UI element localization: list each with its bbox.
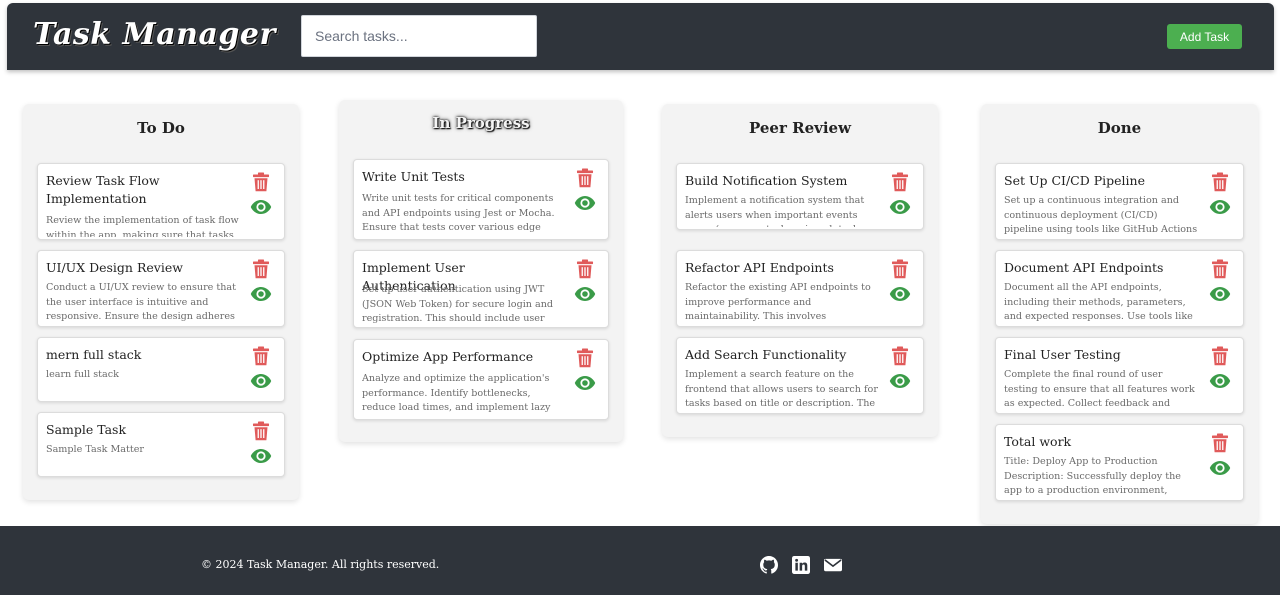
task-description: Sample Task Matter <box>46 444 145 455</box>
eye-icon[interactable] <box>1209 372 1231 390</box>
eye-icon[interactable] <box>1209 285 1231 303</box>
task-description: Refactor the existing API endpoints to i… <box>685 282 871 322</box>
copyright-text: © 2024 Task Manager. All rights reserved… <box>201 558 440 571</box>
trash-icon[interactable] <box>1211 259 1229 279</box>
task-card[interactable]: Sample Task Sample Task Matter <box>37 412 285 477</box>
task-description: Set up a continuous integration and cont… <box>1004 195 1198 235</box>
task-card[interactable]: Set Up CI/CD Pipeline Set up a continuous… <box>995 163 1244 240</box>
task-card[interactable]: Optimize App Performance Analyze and opti… <box>353 339 609 420</box>
column-done: Done Set Up CI/CD Pipeline Set up a contin… <box>981 104 1258 524</box>
column-title: In Progress <box>432 114 530 132</box>
column-title: Peer Review <box>749 119 851 137</box>
eye-icon[interactable] <box>1209 459 1231 477</box>
eye-icon[interactable] <box>889 285 911 303</box>
task-card[interactable]: Final User Testing Complete the final rou… <box>995 337 1244 414</box>
trash-icon[interactable] <box>576 348 594 368</box>
task-title: Review Task Flow Implementation <box>46 173 160 206</box>
task-title: Total work <box>1004 434 1072 449</box>
task-card[interactable]: Document API Endpoints Document all the A… <box>995 250 1244 327</box>
eye-icon[interactable] <box>574 285 596 303</box>
trash-icon[interactable] <box>891 346 909 366</box>
task-description: Implement a search feature on the fronte… <box>685 369 878 409</box>
task-card[interactable]: Add Search Functionality Implement a sear… <box>676 337 924 414</box>
task-title: mern full stack <box>46 347 142 362</box>
trash-icon[interactable] <box>252 346 270 366</box>
eye-icon[interactable] <box>1209 198 1231 216</box>
task-card[interactable]: Write Unit Tests Write unit tests for cri… <box>353 159 609 240</box>
task-description: Analyze and optimize the application's p… <box>362 373 551 417</box>
column-in-progress: In Progress Write Unit Tests Write unit te… <box>339 100 623 442</box>
trash-icon[interactable] <box>1211 172 1229 192</box>
task-card[interactable]: Review Task Flow Implementation Review th… <box>37 163 285 240</box>
column-to-do: To Do Review Task Flow Implementation Revi… <box>23 104 299 500</box>
task-title: Final User Testing <box>1004 347 1121 362</box>
task-title: Sample Task <box>46 422 127 437</box>
task-title: Refactor API Endpoints <box>685 260 834 275</box>
footer: © 2024 Task Manager. All rights reserved… <box>0 526 1280 595</box>
task-description: Implement a notification system that ale… <box>685 195 865 227</box>
task-title: Add Search Functionality <box>685 347 847 362</box>
trash-icon[interactable] <box>891 172 909 192</box>
task-description: Set up user authentication using JWT (JS… <box>362 284 554 324</box>
trash-icon[interactable] <box>252 172 270 192</box>
trash-icon[interactable] <box>576 168 594 188</box>
trash-icon[interactable] <box>252 259 270 279</box>
eye-icon[interactable] <box>574 374 596 392</box>
eye-icon[interactable] <box>250 198 272 216</box>
task-description: Review the implementation of task flow w… <box>46 215 239 237</box>
eye-icon[interactable] <box>889 372 911 390</box>
task-description: learn full stack <box>46 369 119 380</box>
task-description: Conduct a UI/UX review to ensure that th… <box>46 282 236 322</box>
task-title: Document API Endpoints <box>1004 260 1164 275</box>
eye-icon[interactable] <box>574 194 596 212</box>
task-description: Title: Deploy App to Production Descript… <box>1004 456 1181 496</box>
task-description: Write unit tests for critical components… <box>362 193 555 237</box>
header-bar: Task Manager Add Task <box>7 3 1274 70</box>
task-title: Optimize App Performance <box>362 349 534 364</box>
column-peer-review: Peer Review Build Notification System Impl… <box>662 104 938 437</box>
github-icon[interactable] <box>760 556 778 574</box>
trash-icon[interactable] <box>252 421 270 441</box>
mail-icon[interactable] <box>824 556 842 574</box>
linkedin-icon[interactable] <box>792 556 810 574</box>
app-logo-title: Task Manager <box>33 17 276 52</box>
eye-icon[interactable] <box>250 372 272 390</box>
column-title: Done <box>1097 119 1142 137</box>
task-card[interactable]: Refactor API Endpoints Refactor the exist… <box>676 250 924 327</box>
search-input[interactable] <box>301 15 537 57</box>
task-description: Document all the API endpoints, includin… <box>1004 282 1193 322</box>
column-title: To Do <box>137 119 185 137</box>
trash-icon[interactable] <box>576 259 594 279</box>
trash-icon[interactable] <box>1211 433 1229 453</box>
task-card[interactable]: Total work Title: Deploy App to Productio… <box>995 424 1244 501</box>
task-title: Build Notification System <box>685 173 848 188</box>
task-card[interactable]: UI/UX Design Review Conduct a UI/UX revie… <box>37 250 285 327</box>
add-task-button[interactable]: Add Task <box>1167 24 1242 49</box>
trash-icon[interactable] <box>891 259 909 279</box>
task-title: Set Up CI/CD Pipeline <box>1004 173 1145 188</box>
eye-icon[interactable] <box>250 447 272 465</box>
task-description: Complete the final round of user testing… <box>1004 369 1195 409</box>
task-card[interactable]: Implement User Authentication Set up user… <box>353 250 609 328</box>
task-title: UI/UX Design Review <box>46 260 183 275</box>
trash-icon[interactable] <box>1211 346 1229 366</box>
task-card[interactable]: mern full stack learn full stack <box>37 337 285 402</box>
task-title: Write Unit Tests <box>362 169 465 184</box>
eye-icon[interactable] <box>250 285 272 303</box>
eye-icon[interactable] <box>889 198 911 216</box>
task-card[interactable]: Build Notification System Implement a not… <box>676 163 924 230</box>
